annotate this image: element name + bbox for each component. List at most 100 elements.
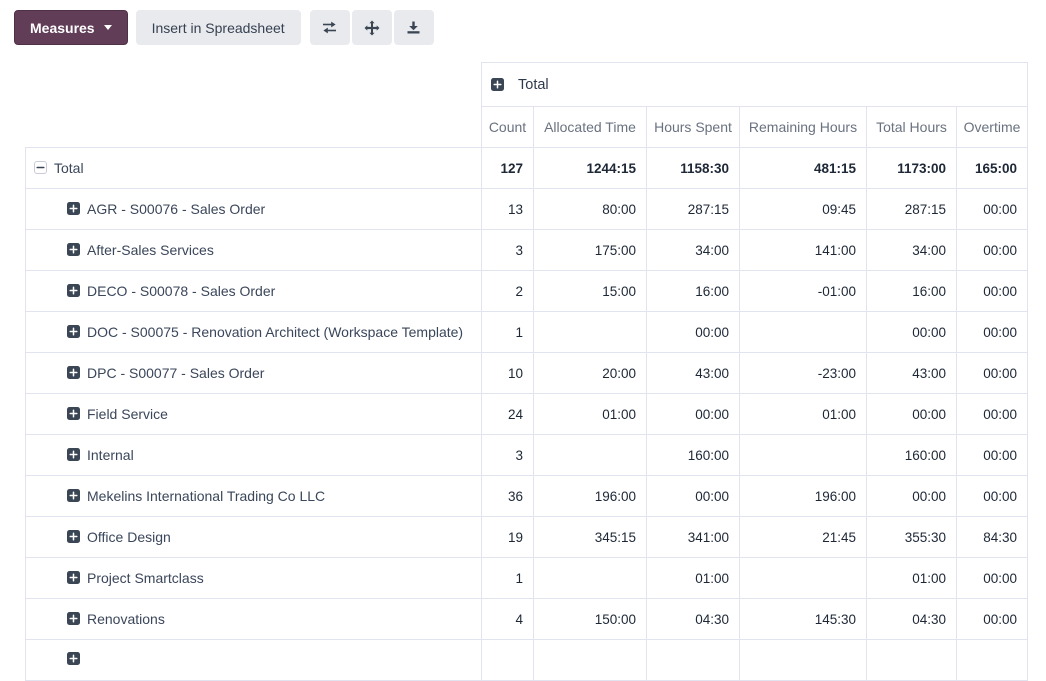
pivot-value-cell: 21:45 [740,517,867,558]
measure-header-total-hours[interactable]: Total Hours [867,107,957,148]
expand-icon[interactable] [67,530,80,543]
expand-icon[interactable] [491,78,504,91]
pivot-row-header[interactable]: After-Sales Services [26,230,482,271]
pivot-value-cell: 16:00 [647,271,740,312]
pivot-value-cell [867,640,957,681]
pivot-value-cell: 00:00 [957,353,1028,394]
expand-icon[interactable] [67,284,80,297]
pivot-value-cell: 127 [482,148,534,189]
pivot-icon-buttons [310,10,434,45]
pivot-value-cell: 01:00 [740,394,867,435]
pivot-row-header[interactable]: DPC - S00077 - Sales Order [26,353,482,394]
pivot-row-header[interactable] [26,640,482,681]
pivot-body: Total1271244:151158:30481:151173:00165:0… [26,148,1028,681]
pivot-value-cell: 00:00 [867,394,957,435]
pivot-value-cell: 196:00 [740,476,867,517]
pivot-value-cell: 19 [482,517,534,558]
expand-icon[interactable] [67,366,80,379]
column-group-header-total[interactable]: Total [482,63,1028,107]
pivot-row-header[interactable]: Office Design [26,517,482,558]
pivot-value-cell: 1158:30 [647,148,740,189]
pivot-value-cell: 16:00 [867,271,957,312]
table-row: Office Design19345:15341:0021:45355:3084… [26,517,1028,558]
pivot-row-header[interactable]: DECO - S00078 - Sales Order [26,271,482,312]
pivot-row-header[interactable]: Field Service [26,394,482,435]
pivot-value-cell: 150:00 [534,599,647,640]
pivot-value-cell: 34:00 [867,230,957,271]
expand-icon[interactable] [67,243,80,256]
measure-header-hours-spent[interactable]: Hours Spent [647,107,740,148]
pivot-value-cell: 345:15 [534,517,647,558]
pivot-value-cell: 00:00 [957,435,1028,476]
measure-header-count[interactable]: Count [482,107,534,148]
pivot-value-cell: 00:00 [957,558,1028,599]
pivot-value-cell: 10 [482,353,534,394]
pivot-value-cell: 43:00 [647,353,740,394]
pivot-value-cell: 01:00 [647,558,740,599]
pivot-value-cell [740,640,867,681]
top-left-empty-cell [26,63,482,107]
pivot-value-cell: 00:00 [647,394,740,435]
pivot-value-cell: 1173:00 [867,148,957,189]
pivot-value-cell: 3 [482,230,534,271]
pivot-value-cell: 145:30 [740,599,867,640]
measure-header-overtime[interactable]: Overtime [957,107,1028,148]
pivot-value-cell: 141:00 [740,230,867,271]
measure-header-row: CountAllocated TimeHours SpentRemaining … [26,107,1028,148]
expand-all-button[interactable] [352,10,392,45]
pivot-value-cell: 00:00 [957,230,1028,271]
pivot-value-cell: 34:00 [647,230,740,271]
expand-icon[interactable] [67,407,80,420]
pivot-value-cell: 24 [482,394,534,435]
pivot-value-cell [534,558,647,599]
expand-icon[interactable] [67,571,80,584]
caret-down-icon [104,25,112,30]
measure-header-allocated-time[interactable]: Allocated Time [534,107,647,148]
measures-button[interactable]: Measures [14,10,128,45]
table-row: DECO - S00078 - Sales Order215:0016:00-0… [26,271,1028,312]
pivot-value-cell: 00:00 [957,476,1028,517]
pivot-value-cell: 20:00 [534,353,647,394]
pivot-value-cell: 00:00 [957,312,1028,353]
pivot-value-cell: 00:00 [957,189,1028,230]
pivot-value-cell: 4 [482,599,534,640]
pivot-row-header[interactable]: Mekelins International Trading Co LLC [26,476,482,517]
pivot-table-container: Total CountAllocated TimeHours SpentRema… [25,62,1046,681]
row-label: Renovations [87,611,165,627]
row-label: Office Design [87,529,171,545]
pivot-row-header[interactable]: DOC - S00075 - Renovation Architect (Wor… [26,312,482,353]
measures-button-label: Measures [30,21,95,35]
expand-icon[interactable] [67,489,80,502]
table-row: Field Service2401:0000:0001:0000:0000:00 [26,394,1028,435]
pivot-row-header[interactable]: Renovations [26,599,482,640]
measure-header-remaining-hours[interactable]: Remaining Hours [740,107,867,148]
pivot-value-cell: 355:30 [867,517,957,558]
pivot-value-cell: 04:30 [867,599,957,640]
pivot-value-cell: 3 [482,435,534,476]
pivot-value-cell: 80:00 [534,189,647,230]
table-row: Mekelins International Trading Co LLC361… [26,476,1028,517]
expand-icon[interactable] [67,202,80,215]
insert-in-spreadsheet-button[interactable]: Insert in Spreadsheet [136,10,301,45]
pivot-row-header[interactable]: Total [26,148,482,189]
expand-icon[interactable] [67,652,80,665]
pivot-row-header[interactable]: AGR - S00076 - Sales Order [26,189,482,230]
download-button[interactable] [394,10,434,45]
row-label: Mekelins International Trading Co LLC [87,488,325,504]
expand-icon[interactable] [67,325,80,338]
pivot-value-cell: 43:00 [867,353,957,394]
pivot-value-cell: 160:00 [867,435,957,476]
pivot-value-cell [740,312,867,353]
table-row: DPC - S00077 - Sales Order1020:0043:00-2… [26,353,1028,394]
pivot-value-cell: 00:00 [957,599,1028,640]
pivot-value-cell [740,558,867,599]
pivot-row-header[interactable]: Project Smartclass [26,558,482,599]
collapse-icon[interactable] [34,161,47,174]
table-row: AGR - S00076 - Sales Order1380:00287:150… [26,189,1028,230]
measure-row-empty-cell [26,107,482,148]
expand-icon[interactable] [67,448,80,461]
expand-icon[interactable] [67,612,80,625]
pivot-value-cell: 160:00 [647,435,740,476]
pivot-row-header[interactable]: Internal [26,435,482,476]
flip-axis-button[interactable] [310,10,350,45]
